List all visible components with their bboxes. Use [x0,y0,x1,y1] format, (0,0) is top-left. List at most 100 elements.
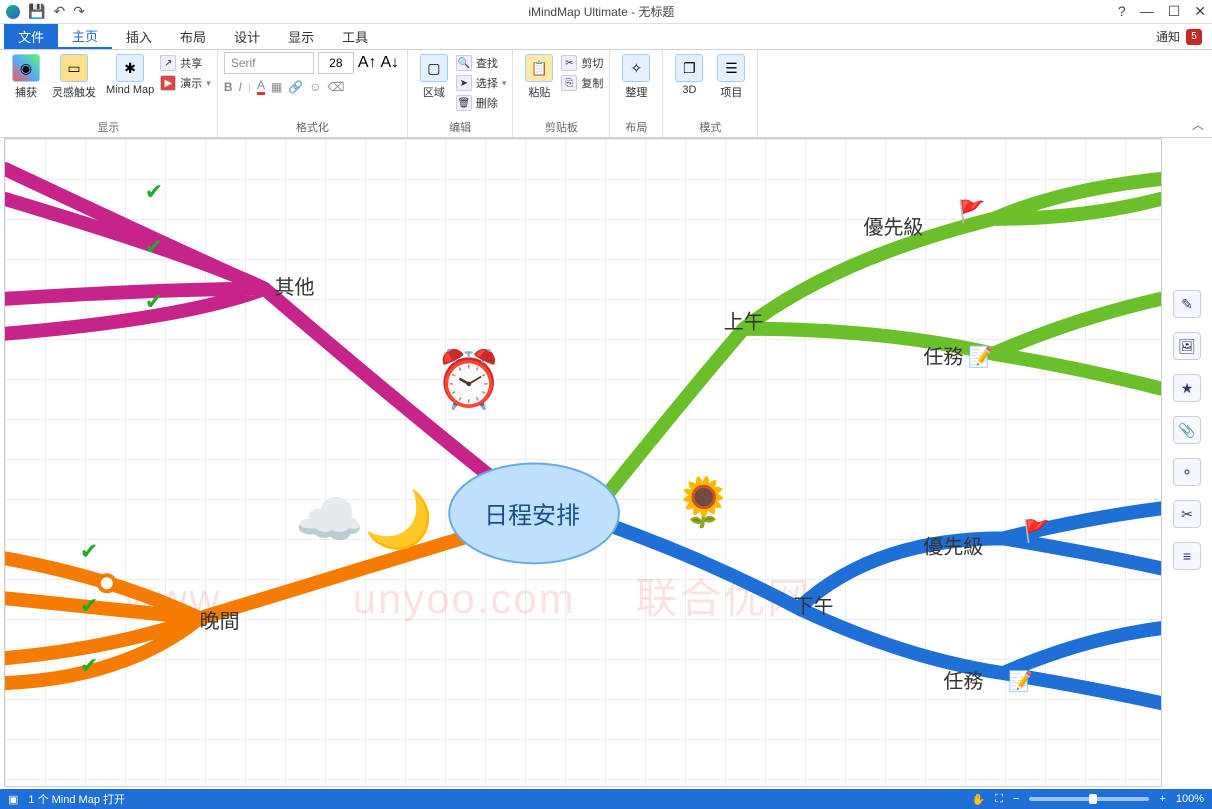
zoom-out-button[interactable]: − [1013,793,1019,805]
highlight-button[interactable]: ▦ [271,80,282,94]
quick-access-toolbar: 💾 ↶ ↷ [6,3,85,20]
node-priority-1[interactable]: 優先級 [864,216,924,239]
edit-note-button[interactable]: ✎ [1173,290,1201,318]
italic-button[interactable]: I [239,80,242,94]
3d-button[interactable]: ❐ 3D [669,52,709,98]
tab-insert[interactable]: 插入 [112,24,166,49]
center-node-label: 日程安排 [484,502,580,529]
node-other[interactable]: 其他 [275,276,315,299]
find-button[interactable]: 🔍查找 [456,54,507,72]
save-icon[interactable]: 💾 [28,3,45,20]
cut-button[interactable]: ✂剪切 [561,54,603,72]
tab-view[interactable]: 显示 [274,24,328,49]
search-icon: 🔍 [456,55,472,71]
checkmark-icon: ✔ [145,289,163,314]
notify-label: 通知 [1156,28,1180,45]
tab-tools[interactable]: 工具 [328,24,382,49]
snippet-button[interactable]: ✂ [1173,500,1201,528]
zoom-slider[interactable] [1029,797,1149,801]
select-button[interactable]: ➤选择▾ [456,74,507,92]
tab-design[interactable]: 设计 [220,24,274,49]
ribbon: ◉ 捕获 ▭ 灵感触发 ✱ Mind Map ↗共享 ▶演示▾ 显示 Serif… [0,50,1212,138]
emoji-button[interactable]: ☺ [309,80,321,94]
marker-button[interactable]: ⚬ [1173,458,1201,486]
zoom-in-button[interactable]: + [1159,793,1165,805]
title-bar: 💾 ↶ ↷ iMindMap Ultimate - 无标题 ? — ☐ ✕ [0,0,1212,24]
maximize-button[interactable]: ☐ [1168,3,1181,20]
node-evening[interactable]: 晚間 [200,610,240,633]
empty-marker-icon [99,575,115,591]
status-bar: ▣ 1 个 Mind Map 打开 ✋ ⛶ − + 100% [0,789,1212,809]
group-label-edit: 编辑 [414,117,507,137]
paste-button[interactable]: 📋 粘贴 [519,52,559,102]
tab-home[interactable]: 主页 [58,24,112,49]
area-button[interactable]: ▢ 区域 [414,52,454,102]
app-icon [6,5,20,19]
node-task-2[interactable]: 任務 [943,670,983,693]
favorite-button[interactable]: ★ [1173,374,1201,402]
mindmap-canvas[interactable]: www.unyoo.com联合优网 其他 ✔ ✔ ✔ 上午 優先級 🚩 任務 📝… [4,138,1162,787]
notifications[interactable]: 通知 5 [1156,24,1212,49]
copy-icon: ⎘ [561,75,577,91]
node-morning[interactable]: 上午 [724,311,764,334]
capture-button[interactable]: ◉ 捕获 [6,52,46,102]
attachment-button[interactable]: 📎 [1173,416,1201,444]
project-button[interactable]: ☰ 项目 [711,52,751,102]
font-size-input[interactable]: 28 [318,52,354,74]
present-button[interactable]: ▶演示▾ [160,74,211,92]
checkmark-icon: ✔ [145,179,163,204]
help-button[interactable]: ? [1118,3,1126,20]
node-afternoon[interactable]: 下午 [794,595,834,618]
window-title: iMindMap Ultimate - 无标题 [85,3,1118,20]
menu-bar: 文件 主页 插入 布局 设计 显示 工具 通知 5 [0,24,1212,50]
checkmark-icon: ✔ [145,234,163,259]
insert-image-button[interactable]: 🖼 [1173,332,1201,360]
outline-button[interactable]: ≡ [1173,542,1201,570]
bold-button[interactable]: B [224,80,233,94]
ribbon-group-clipboard: 📋 粘贴 ✂剪切 ⎘复制 剪贴板 [513,50,610,137]
cut-icon: ✂ [561,55,577,71]
pointer-icon: ➤ [456,75,472,91]
flag-icon: 🚩 [1023,518,1050,543]
hand-tool-button[interactable]: ✋ [972,793,986,806]
undo-icon[interactable]: ↶ [53,3,65,20]
share-button[interactable]: ↗共享 [160,54,211,72]
group-label-display: 显示 [6,117,211,137]
group-label-mode: 模式 [669,117,751,137]
paste-icon: 📋 [525,54,553,82]
checkmark-icon: ✔ [80,653,98,678]
arrange-icon: ✧ [622,54,650,82]
tab-file[interactable]: 文件 [4,24,58,49]
sun-icon: 🌻 [674,474,734,529]
clock-icon: ⏰ [434,346,504,412]
minimize-button[interactable]: — [1140,3,1154,20]
collapse-ribbon-button[interactable]: ︿ [1192,116,1204,133]
redo-icon[interactable]: ↷ [73,3,85,20]
font-color-button[interactable]: A [257,78,265,95]
checkmark-icon: ✔ [80,593,98,618]
zoom-level: 100% [1176,793,1204,805]
font-family-select[interactable]: Serif [224,52,314,74]
clear-format-button[interactable]: ⌫ [328,80,345,94]
font-shrink-icon[interactable]: A↓ [381,54,400,72]
node-task-1[interactable]: 任務 [923,346,963,369]
copy-button[interactable]: ⎘复制 [561,74,603,92]
mindmap-icon: ✱ [116,54,144,82]
arrange-button[interactable]: ✧ 整理 [616,52,656,102]
delete-button[interactable]: 🗑删除 [456,94,507,112]
mindmap-button[interactable]: ✱ Mind Map [102,52,158,98]
cube-icon: ❐ [675,54,703,82]
ribbon-group-layout: ✧ 整理 布局 [610,50,663,137]
close-button[interactable]: ✕ [1194,3,1206,20]
flag-icon: 🚩 [958,199,985,224]
ribbon-group-format: Serif 28 A↑ A↓ B I | A ▦ 🔗 ☺ ⌫ 格式化 [218,50,408,137]
font-grow-icon[interactable]: A↑ [358,54,377,72]
share-icon: ↗ [160,55,176,71]
fit-screen-button[interactable]: ⛶ [995,793,1003,806]
branch-other[interactable] [5,169,524,503]
node-priority-2[interactable]: 優先級 [923,535,983,558]
tab-layout[interactable]: 布局 [166,24,220,49]
ribbon-group-edit: ▢ 区域 🔍查找 ➤选择▾ 🗑删除 编辑 [408,50,514,137]
link-button[interactable]: 🔗 [288,80,303,94]
brainstorm-button[interactable]: ▭ 灵感触发 [48,52,100,102]
